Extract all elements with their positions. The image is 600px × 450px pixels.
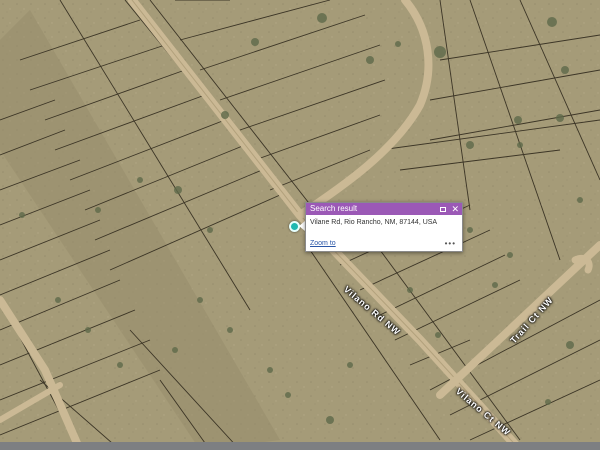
zoom-to-link[interactable]: Zoom to [310,240,336,247]
bottom-bar [0,442,600,450]
popup-title: Search result [310,204,358,213]
popup-footer: Zoom to ••• [310,239,456,248]
map-view[interactable]: Vilano Rd NW Vilano Ct NW Trail Ct NW Se… [0,0,600,450]
close-icon[interactable]: ✕ [451,203,459,215]
popup-address: Vilane Rd, Rio Rancho, NM, 87144, USA [310,219,438,226]
maximize-icon[interactable] [440,206,447,212]
more-options-icon[interactable]: ••• [445,239,456,248]
popup-header: Search result ✕ [306,203,462,215]
search-result-popup: Search result ✕ Vilane Rd, Rio Rancho, N… [305,202,463,252]
